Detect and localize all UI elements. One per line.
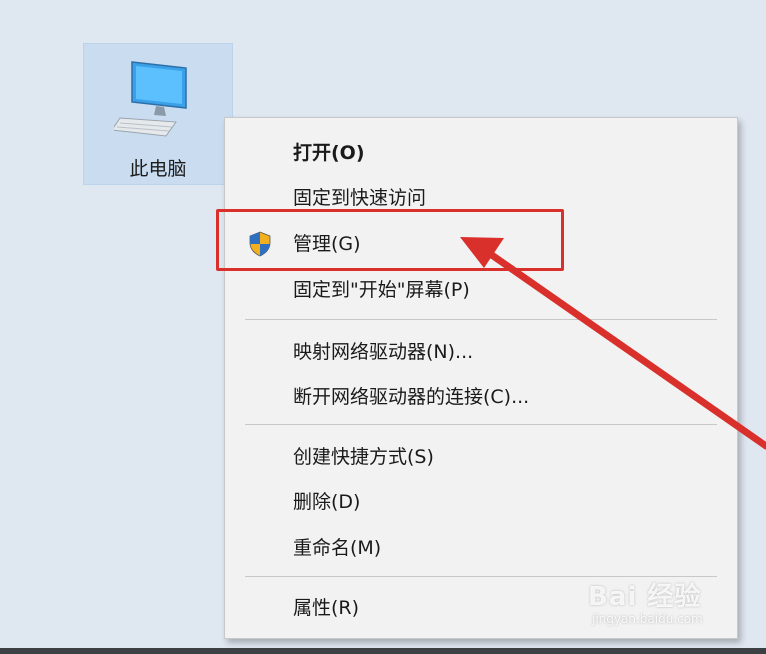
menu-item-label: 固定到快速访问: [293, 186, 427, 209]
menu-item-label: 创建快捷方式(S): [293, 445, 434, 468]
taskbar-edge: [0, 648, 766, 654]
menu-item-label: 打开(O): [293, 141, 365, 164]
desktop-icon-label: 此电脑: [129, 158, 187, 180]
menu-item-pin-start[interactable]: 固定到"开始"屏幕(P): [225, 268, 737, 308]
computer-icon: [114, 61, 187, 137]
watermark-logo-text: Bai 经验: [588, 582, 702, 612]
menu-item-label: 断开网络驱动器的连接(C)...: [293, 385, 530, 408]
menu-item-label: 属性(R): [293, 596, 360, 619]
menu-item-rename[interactable]: 重命名(M): [225, 526, 737, 566]
menu-item-label: 映射网络驱动器(N)...: [293, 340, 474, 363]
menu-item-disconnect-network-drive[interactable]: 断开网络驱动器的连接(C)...: [225, 375, 737, 415]
menu-item-delete[interactable]: 删除(D): [225, 480, 737, 520]
menu-separator: [245, 319, 717, 320]
menu-item-map-network-drive[interactable]: 映射网络驱动器(N)...: [225, 330, 737, 370]
menu-item-label: 删除(D): [293, 490, 361, 513]
watermark-url: jingyan.baidu.com: [592, 612, 703, 626]
context-menu: 打开(O) 固定到快速访问 管理(G) 固定到"开始"屏幕(P) 映射网络驱动器…: [224, 117, 738, 639]
baidu-jingyan-watermark: Bai 经验 jingyan.baidu.com: [588, 568, 758, 638]
annotation-highlight-box: [216, 209, 564, 271]
menu-item-open[interactable]: 打开(O): [225, 131, 737, 171]
menu-separator: [245, 424, 717, 425]
menu-item-create-shortcut[interactable]: 创建快捷方式(S): [225, 435, 737, 475]
menu-item-label: 固定到"开始"屏幕(P): [293, 278, 470, 301]
menu-item-label: 重命名(M): [293, 536, 382, 559]
this-pc-desktop-icon[interactable]: 此电脑: [83, 43, 233, 185]
